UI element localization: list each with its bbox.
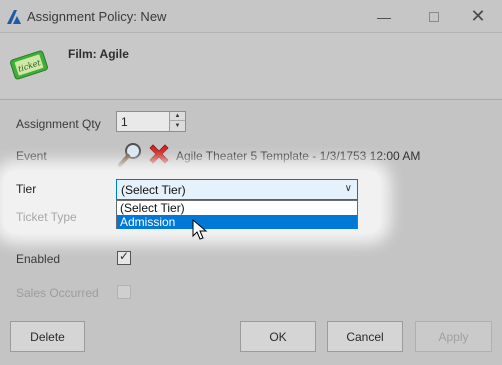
tier-dropdown-list: (Select Tier) Admission xyxy=(116,200,358,229)
app-logo-icon xyxy=(7,10,21,24)
delete-x-icon[interactable] xyxy=(147,142,171,166)
tier-option-highlighted[interactable]: Admission xyxy=(117,215,357,229)
title-bar: Assignment Policy: New — ✕ xyxy=(0,0,502,33)
header-divider xyxy=(0,99,502,100)
minimize-button[interactable]: — xyxy=(362,0,406,33)
magnifier-icon[interactable] xyxy=(117,141,145,169)
ticket-icon: ticket xyxy=(10,50,48,80)
apply-button[interactable]: Apply xyxy=(415,321,492,352)
sales-occurred-checkbox[interactable] xyxy=(117,285,131,299)
sales-occurred-label: Sales Occurred xyxy=(16,286,99,300)
window-title: Assignment Policy: New xyxy=(27,9,167,24)
enabled-label: Enabled xyxy=(16,252,61,266)
event-label: Event xyxy=(16,149,47,163)
ok-button[interactable]: OK xyxy=(240,321,316,352)
checkmark-icon: ✓ xyxy=(119,249,130,263)
assignment-qty-value[interactable]: 1 xyxy=(121,115,128,129)
tier-select[interactable]: (Select Tier) ∨ xyxy=(116,179,358,200)
delete-button[interactable]: Delete xyxy=(10,321,85,352)
chevron-down-icon[interactable]: ∨ xyxy=(345,183,352,194)
mouse-pointer-icon xyxy=(192,219,208,240)
stepper-up-icon[interactable]: ▲ xyxy=(170,112,185,121)
tier-label: Tier xyxy=(16,182,37,196)
assignment-qty-stepper[interactable]: 1 ▲ ▼ xyxy=(116,111,186,132)
assignment-qty-label: Assignment Qty xyxy=(16,117,101,131)
stepper-buttons: ▲ ▼ xyxy=(169,112,185,131)
ticket-type-label: Ticket Type xyxy=(16,210,77,224)
tier-option[interactable]: (Select Tier) xyxy=(117,201,357,215)
enabled-checkbox[interactable]: ✓ xyxy=(117,249,131,265)
header-panel: ticket Film: Agile xyxy=(0,33,502,98)
close-button[interactable]: ✕ xyxy=(456,0,500,33)
stepper-down-icon[interactable]: ▼ xyxy=(170,121,185,130)
cancel-button[interactable]: Cancel xyxy=(327,321,403,352)
film-title: Film: Agile xyxy=(68,47,129,61)
maximize-icon xyxy=(429,11,439,22)
maximize-button[interactable] xyxy=(412,0,456,33)
event-value: Agile Theater 5 Template - 1/3/1753 12:0… xyxy=(176,149,421,163)
tier-selected-value: (Select Tier) xyxy=(121,183,186,197)
